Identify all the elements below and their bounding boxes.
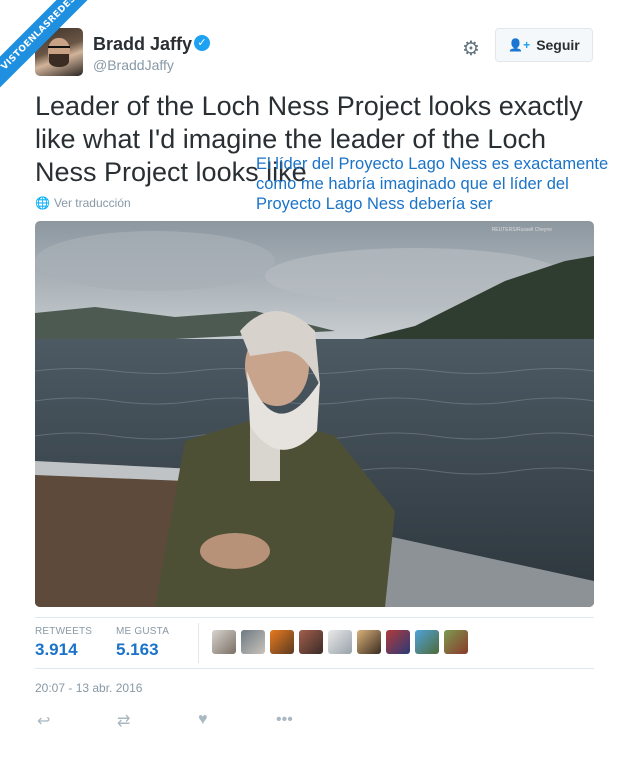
more-icon[interactable]: ••• [276, 711, 293, 729]
retweets-label: RETWEETS [35, 626, 93, 637]
liker-avatar[interactable] [299, 630, 323, 654]
stats-separator [198, 623, 199, 663]
stats-bottom-divider [35, 668, 594, 669]
liker-avatar[interactable] [241, 630, 265, 654]
follow-label: Seguir [536, 37, 580, 53]
globe-icon: 🌐 [35, 196, 50, 210]
liker-avatar[interactable] [328, 630, 352, 654]
like-icon[interactable]: ♥ [198, 711, 208, 729]
retweet-icon[interactable]: ⇄ [117, 711, 130, 731]
author-handle[interactable]: @BraddJaffy [93, 57, 174, 73]
reply-icon[interactable]: ↩ [37, 711, 50, 731]
avatar-glasses [48, 46, 70, 53]
view-translation-label: Ver traducción [53, 196, 131, 210]
tweet-photo[interactable]: REUTERS/Russell Cheyne [35, 221, 594, 607]
liker-avatar[interactable] [270, 630, 294, 654]
view-translation-link[interactable]: 🌐 Ver traducción [35, 196, 131, 210]
likes-count[interactable]: 5.163 [116, 640, 159, 660]
liker-avatar[interactable] [386, 630, 410, 654]
translation-overlay: El líder del Proyecto Lago Ness es exact… [256, 155, 609, 213]
author-name[interactable]: Bradd Jaffy [93, 34, 192, 55]
man-hands [200, 533, 270, 569]
verified-badge-icon: ✓ [194, 35, 210, 51]
liker-avatars [212, 630, 468, 654]
tweet-timestamp[interactable]: 20:07 - 13 abr. 2016 [35, 681, 142, 695]
liker-avatar[interactable] [357, 630, 381, 654]
liker-avatar[interactable] [444, 630, 468, 654]
loch-ness-photo [35, 221, 594, 607]
liker-avatar[interactable] [415, 630, 439, 654]
stats-top-divider [35, 617, 594, 618]
retweets-count[interactable]: 3.914 [35, 640, 78, 660]
cloud [35, 231, 275, 291]
follow-button[interactable]: 👤+ Seguir [495, 28, 593, 62]
add-user-icon: 👤+ [508, 38, 531, 52]
avatar-beard [49, 54, 69, 67]
likes-label: ME GUSTA [116, 626, 170, 637]
photo-credit: REUTERS/Russell Cheyne [491, 227, 552, 233]
gear-icon[interactable]: ⚙ [462, 36, 480, 61]
liker-avatar[interactable] [212, 630, 236, 654]
